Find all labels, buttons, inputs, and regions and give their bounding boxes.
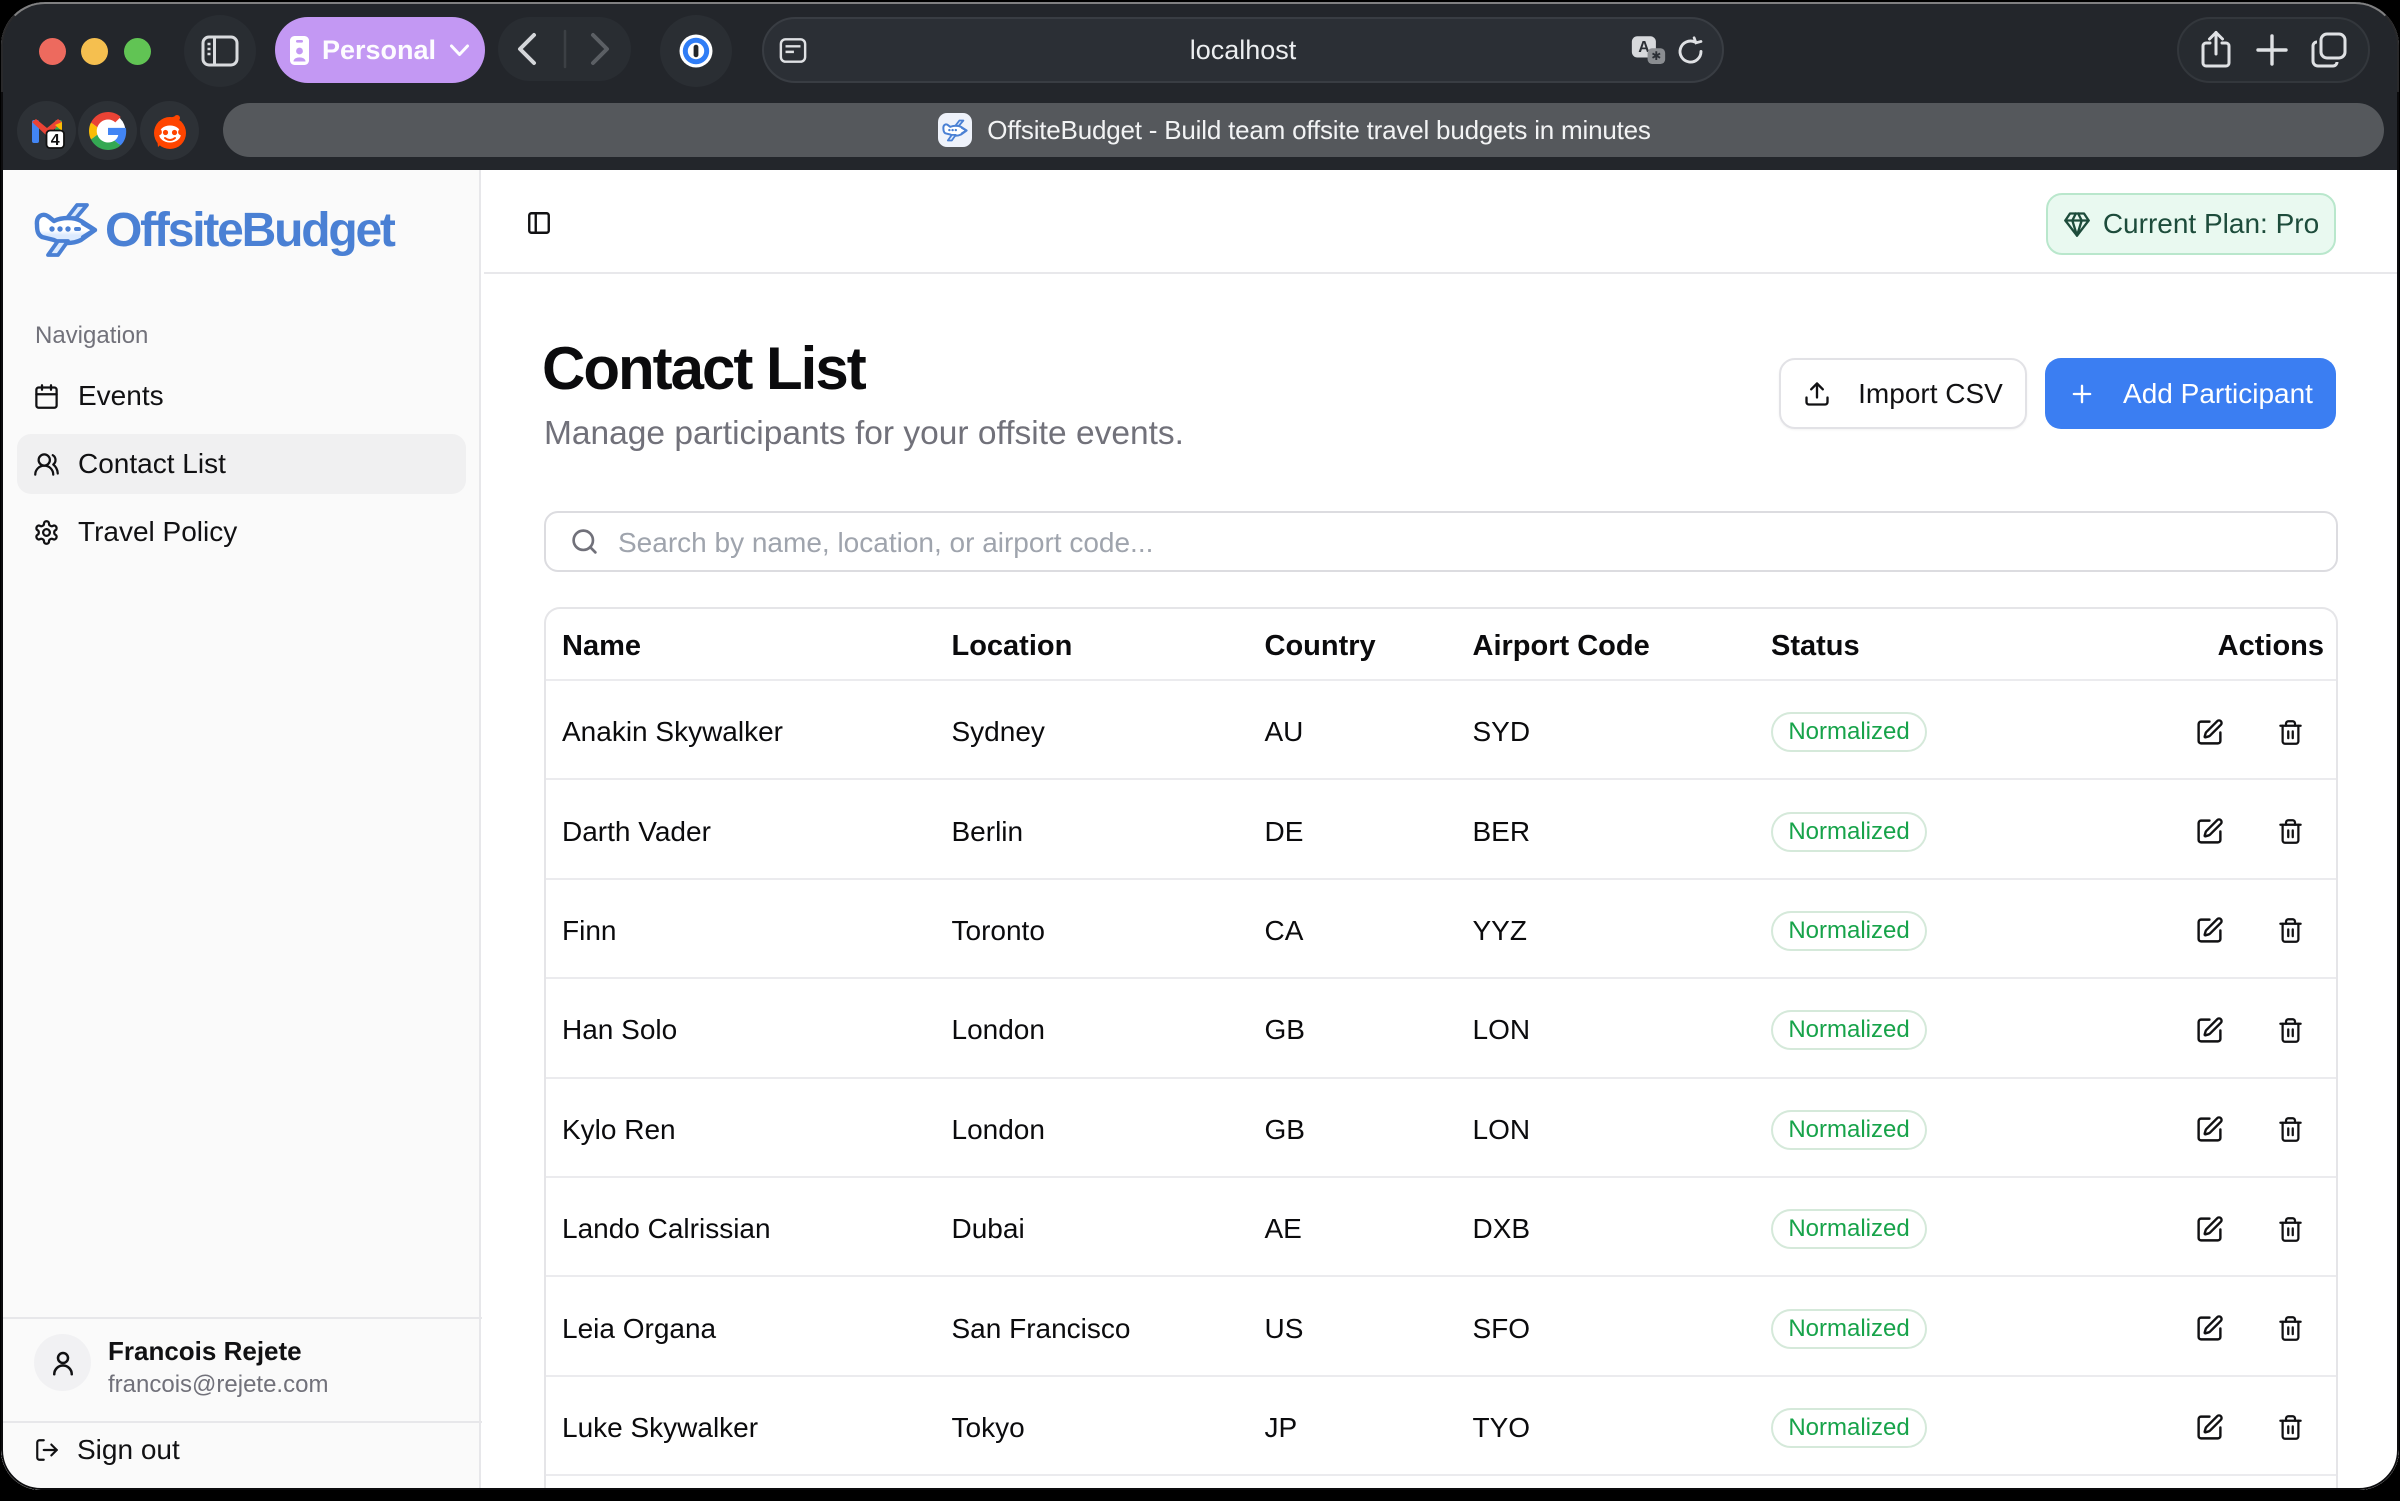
svg-text:4: 4 [50, 131, 59, 148]
svg-text:✱: ✱ [1651, 49, 1661, 63]
